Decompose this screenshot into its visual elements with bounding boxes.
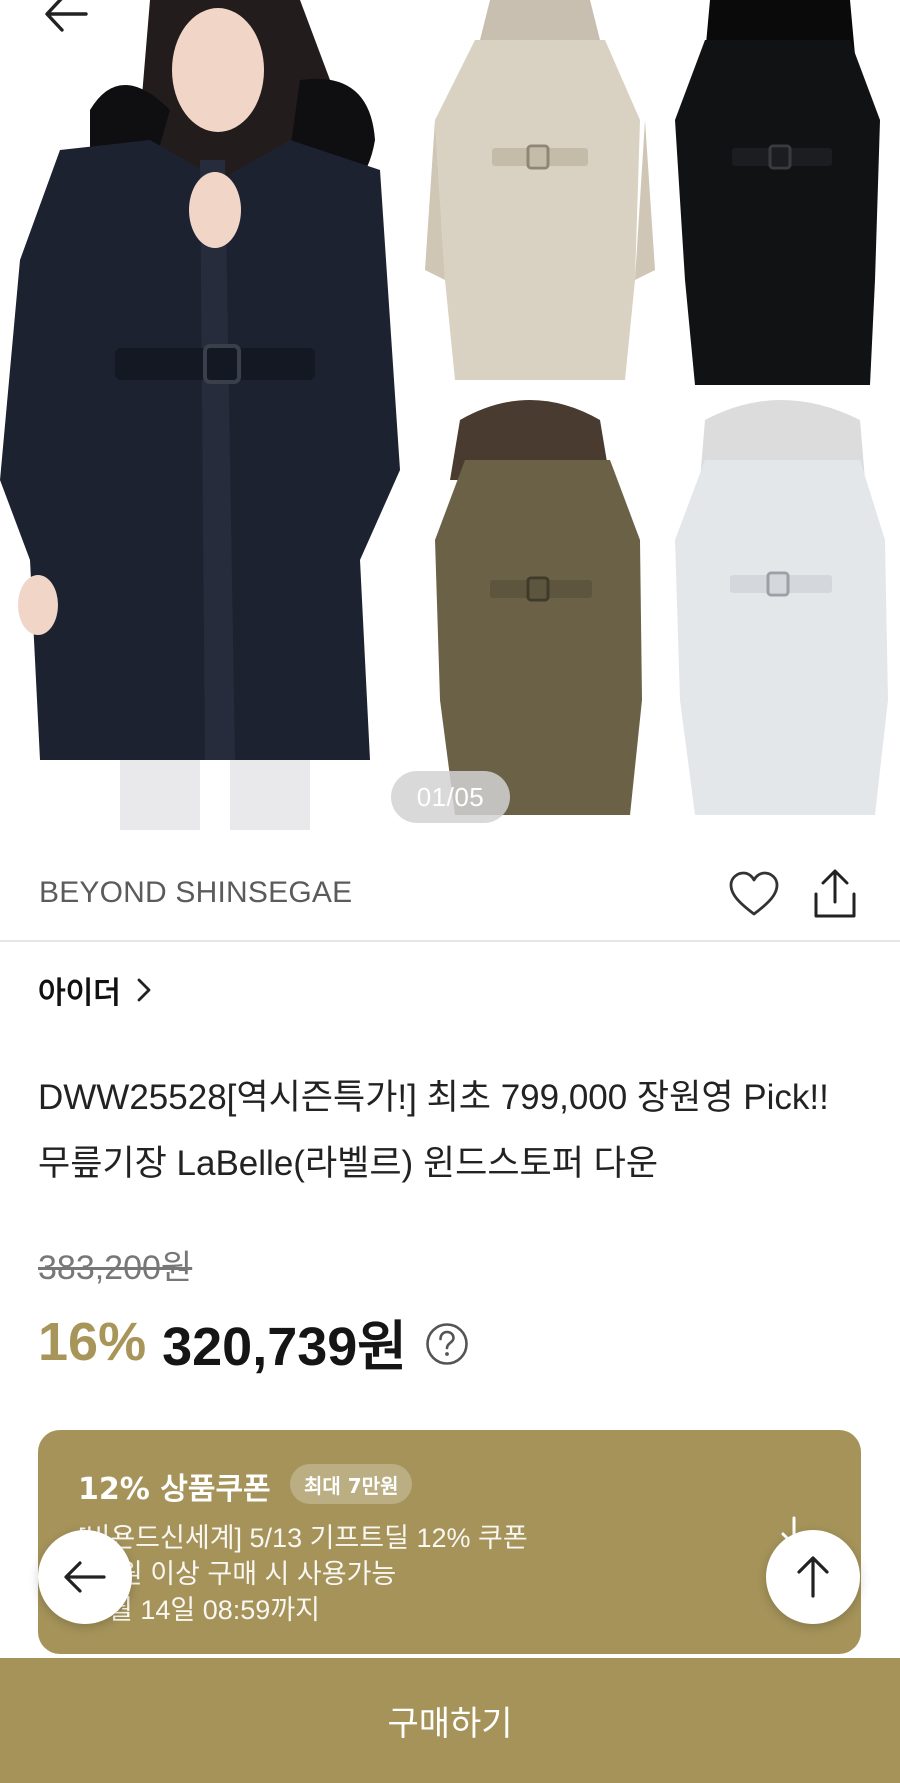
model-photo [0, 0, 420, 848]
arrow-left-icon [64, 1561, 106, 1593]
price-row: 16% 320,739원 [38, 1302, 469, 1381]
back-arrow-icon[interactable] [44, 0, 88, 34]
discount-rate: 16% [38, 1311, 147, 1372]
coat-olive-photo [420, 400, 660, 820]
image-pager: 01/05 [391, 771, 510, 823]
coupon-line-expiry: 05월 14일 08:59까지 [78, 1595, 320, 1625]
arrow-up-icon [797, 1556, 829, 1598]
coat-beige-photo [420, 0, 660, 400]
brand-name[interactable]: BEYOND SHINSEGAE [39, 876, 352, 910]
floating-back-button[interactable] [38, 1530, 132, 1624]
brand-row: BEYOND SHINSEGAE [0, 848, 900, 942]
heart-icon[interactable] [728, 870, 780, 918]
product-image-gallery[interactable]: 01/05 [0, 0, 900, 848]
coupon-title: 12% 상품쿠폰 [78, 1472, 271, 1507]
coupon-details: [비욘드신세계] 5/13 기프트딜 12% 쿠폰 1만원 이상 구매 시 사용… [78, 1520, 528, 1628]
coat-black-photo [660, 0, 900, 400]
product-title: DWW25528[역시즌특가!] 최초 799,000 장원영 Pick!! 무… [38, 1078, 829, 1183]
coupon-card[interactable]: 12% 상품쿠폰 최대 7만원 [비욘드신세계] 5/13 기프트딜 12% 쿠… [38, 1430, 861, 1654]
share-icon[interactable] [812, 866, 858, 920]
coat-lightgrey-photo [660, 400, 900, 820]
original-price: 383,200원 [38, 1249, 193, 1287]
coupon-line-condition: 1만원 이상 구매 시 사용가능 [78, 1559, 397, 1589]
coupon-line-name: [비욘드신세계] 5/13 기프트딜 12% 쿠폰 [78, 1523, 528, 1553]
question-icon[interactable] [425, 1322, 469, 1366]
store-name: 아이더 [38, 976, 121, 1011]
sale-price: 320,739원 [162, 1317, 407, 1377]
chevron-right-icon [137, 978, 151, 1002]
store-link[interactable]: 아이더 [38, 968, 153, 1012]
buy-button[interactable]: 구매하기 [0, 1658, 900, 1783]
scroll-to-top-button[interactable] [766, 1530, 860, 1624]
coupon-max-badge: 최대 7만원 [290, 1464, 413, 1504]
